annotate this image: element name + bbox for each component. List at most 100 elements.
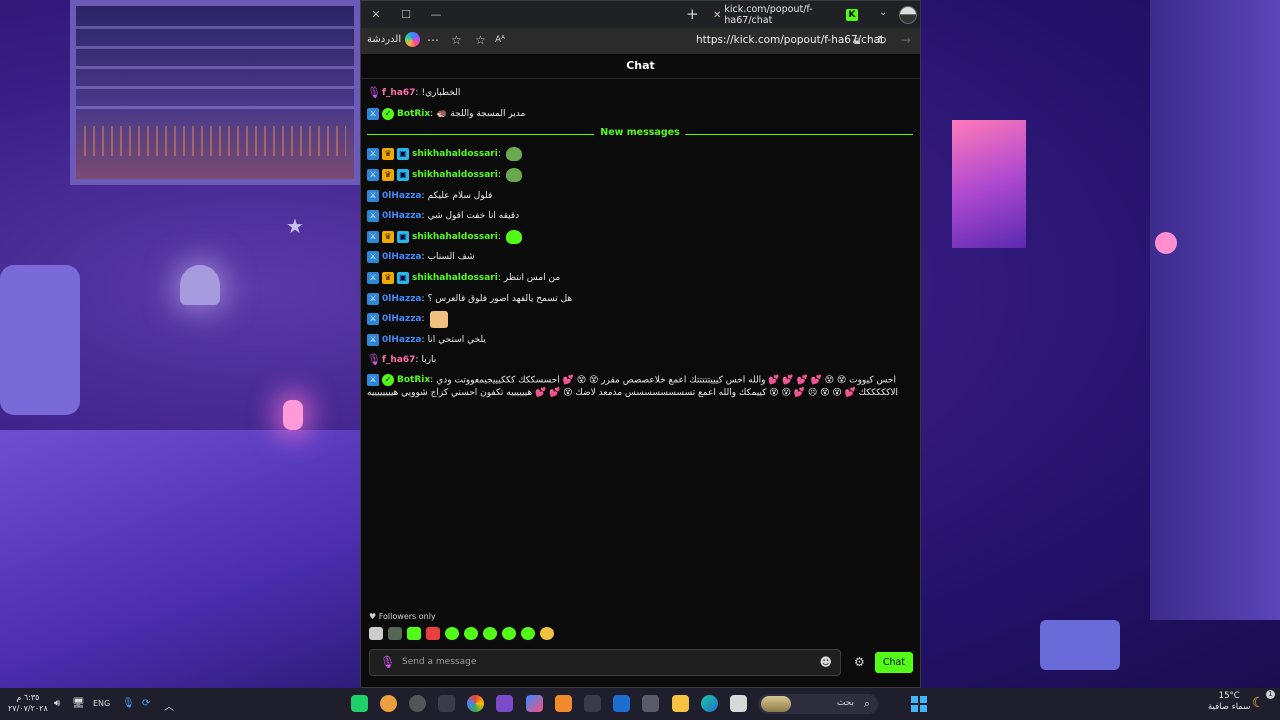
chat-username[interactable]: 0lHazza — [382, 314, 422, 324]
clock[interactable]: ٦:٣٥ م ٢٧/٠٧/٢٠٢٨ — [8, 692, 48, 714]
mic-icon[interactable]: 🎙︎ — [367, 354, 381, 366]
file-explorer-icon[interactable] — [672, 695, 689, 712]
taskbar-search[interactable]: بحث ⌕ — [758, 694, 878, 714]
sub-icon[interactable]: ▣ — [397, 148, 409, 161]
emote-2-icon[interactable] — [388, 627, 402, 640]
lock-icon[interactable]: 🔒︎ — [854, 33, 860, 48]
mod-icon[interactable]: ⚔ — [367, 251, 379, 264]
settings-gear-icon[interactable]: ⚙ — [854, 655, 865, 669]
add-favorite-icon[interactable]: ☆ — [475, 33, 486, 47]
notification-badge[interactable]: 1 — [1266, 690, 1275, 699]
emote-9-icon[interactable] — [521, 627, 535, 640]
mod-icon[interactable]: ⚔ — [367, 230, 379, 243]
weather-widget[interactable]: 15°C سماء صافية — [1208, 691, 1250, 713]
profile-avatar[interactable] — [899, 6, 917, 24]
new-tab-icon[interactable]: + — [686, 5, 699, 23]
chat-username[interactable]: BotRix — [397, 109, 430, 119]
chat-username[interactable]: f_ha67 — [382, 88, 415, 98]
crown-icon[interactable]: ♛ — [382, 148, 394, 161]
chat-username[interactable]: 0lHazza — [382, 294, 422, 304]
microphone-icon[interactable]: 🎙︎ — [380, 655, 395, 669]
microphone-tray-icon[interactable]: 🎙︎ — [122, 698, 135, 709]
verified-icon[interactable]: ✓ — [382, 107, 394, 120]
favorites-icon[interactable]: ☆ — [451, 33, 462, 47]
app-icon-9[interactable] — [584, 695, 601, 712]
edge-icon[interactable] — [701, 695, 718, 712]
app-icon-2[interactable] — [380, 695, 397, 712]
close-tab-icon[interactable]: ✕ — [713, 10, 721, 21]
emoji-icon[interactable]: ☻ — [819, 655, 832, 669]
read-aloud-icon[interactable]: Aᴬ — [495, 35, 505, 45]
chat-message[interactable]: ⚔ ♛ ▣ shikhahaldossari: — [367, 227, 913, 248]
chat-message[interactable]: ⚔ 0lHazza: فلول سلام عليكم — [367, 185, 913, 206]
language-indicator[interactable]: ENG — [93, 699, 110, 708]
sub-icon[interactable]: ▣ — [397, 169, 409, 182]
network-icon[interactable]: 🖥︎ — [72, 698, 85, 709]
app-icon-3[interactable] — [409, 695, 426, 712]
emote-3-icon[interactable] — [407, 627, 421, 640]
mod-icon[interactable]: ⚔ — [367, 373, 379, 386]
mod-icon[interactable]: ⚔ — [367, 313, 379, 326]
refresh-icon[interactable]: ↻ — [877, 33, 887, 47]
sync-icon[interactable]: ⟳ — [142, 698, 150, 709]
store-icon[interactable] — [642, 695, 659, 712]
browser-tab[interactable]: ✕ kick.com/popout/f-ha67/chat K — [713, 4, 858, 26]
app-icon-14[interactable] — [730, 695, 747, 712]
chat-username[interactable]: f_ha67 — [382, 355, 415, 365]
chevron-down-icon[interactable]: ⌄ — [879, 7, 887, 18]
chat-message[interactable]: ⚔ 0lHazza: دقيقه انا خفت اقول شي — [367, 206, 913, 227]
chat-message[interactable]: ⚔ 0lHazza: شف السناب — [367, 247, 913, 268]
copilot-button[interactable]: الدردشة — [367, 32, 421, 47]
minimize-window-icon[interactable]: — — [421, 8, 451, 21]
chat-message[interactable]: ⚔ ♛ ▣ shikhahaldossari: من امس انتظر — [367, 268, 913, 289]
chevron-up-icon[interactable]: ︿ — [164, 698, 174, 713]
chat-username[interactable]: 0lHazza — [382, 191, 422, 201]
emote-7-icon[interactable] — [483, 627, 497, 640]
emote-4-icon[interactable] — [426, 627, 440, 640]
emote-10-icon[interactable] — [540, 627, 554, 640]
app-icon-1[interactable] — [351, 695, 368, 712]
m365-icon[interactable] — [526, 695, 543, 712]
crown-icon[interactable]: ♛ — [382, 230, 394, 243]
mod-icon[interactable]: ⚔ — [367, 210, 379, 223]
chat-message[interactable]: ⚔ ♛ ▣ shikhahaldossari: — [367, 144, 913, 165]
send-chat-button[interactable]: Chat — [875, 652, 913, 673]
chat-username[interactable]: shikhahaldossari — [412, 170, 498, 180]
mod-icon[interactable]: ⚔ — [367, 333, 379, 346]
sub-icon[interactable]: ▣ — [397, 272, 409, 285]
mod-icon[interactable]: ⚔ — [367, 148, 379, 161]
chat-message[interactable]: ⚔ 0lHazza: — [367, 309, 913, 330]
message-input[interactable]: 🎙︎ Send a message ☻ — [369, 649, 841, 676]
sub-icon[interactable]: ▣ — [397, 230, 409, 243]
chat-username[interactable]: 0lHazza — [382, 252, 422, 262]
chat-message[interactable]: ⚔ ✓ BotRix: احس كيووت 😵 😵 💕 💕 💕 💕 والله احس… — [367, 371, 913, 401]
mic-icon[interactable]: 🎙︎ — [367, 87, 381, 99]
chat-username[interactable]: 0lHazza — [382, 211, 422, 221]
emote-1-icon[interactable] — [369, 627, 383, 640]
windows-start-icon[interactable] — [911, 696, 927, 712]
chat-message[interactable]: ⚔ 0lHazza: يلخي استحي انا — [367, 330, 913, 351]
chat-message[interactable]: 🎙︎ f_ha67: باربا — [367, 350, 913, 371]
chat-username[interactable]: BotRix — [397, 375, 430, 385]
forward-icon[interactable]: → — [901, 33, 911, 47]
chat-message[interactable]: ⚔ ✓ BotRix: مدير المسجة واللجة 🦔 — [367, 104, 913, 125]
chat-username[interactable]: shikhahaldossari — [412, 273, 498, 283]
chat-username[interactable]: 0lHazza — [382, 335, 422, 345]
chrome-icon[interactable] — [467, 695, 484, 712]
app-icon-4[interactable] — [438, 695, 455, 712]
more-options-icon[interactable]: ⋯ — [427, 33, 439, 47]
crown-icon[interactable]: ♛ — [382, 272, 394, 285]
speaker-icon[interactable]: 🔊︎ — [54, 698, 60, 709]
chat-message[interactable]: 🎙︎ f_ha67: الخطباري! — [367, 83, 913, 104]
chat-message[interactable]: ⚔ ♛ ▣ shikhahaldossari: — [367, 165, 913, 186]
chat-username[interactable]: shikhahaldossari — [412, 149, 498, 159]
mod-icon[interactable]: ⚔ — [367, 292, 379, 305]
app-icon-8[interactable] — [555, 695, 572, 712]
emote-5-icon[interactable] — [445, 627, 459, 640]
mod-icon[interactable]: ⚔ — [367, 189, 379, 202]
mod-icon[interactable]: ⚔ — [367, 107, 379, 120]
mod-icon[interactable]: ⚔ — [367, 169, 379, 182]
discord-icon[interactable] — [496, 695, 513, 712]
chat-message[interactable]: ⚔ 0lHazza: هل تسمح يالفهد اصور فلوق فالعرس… — [367, 288, 913, 309]
close-window-icon[interactable]: ✕ — [361, 8, 391, 21]
